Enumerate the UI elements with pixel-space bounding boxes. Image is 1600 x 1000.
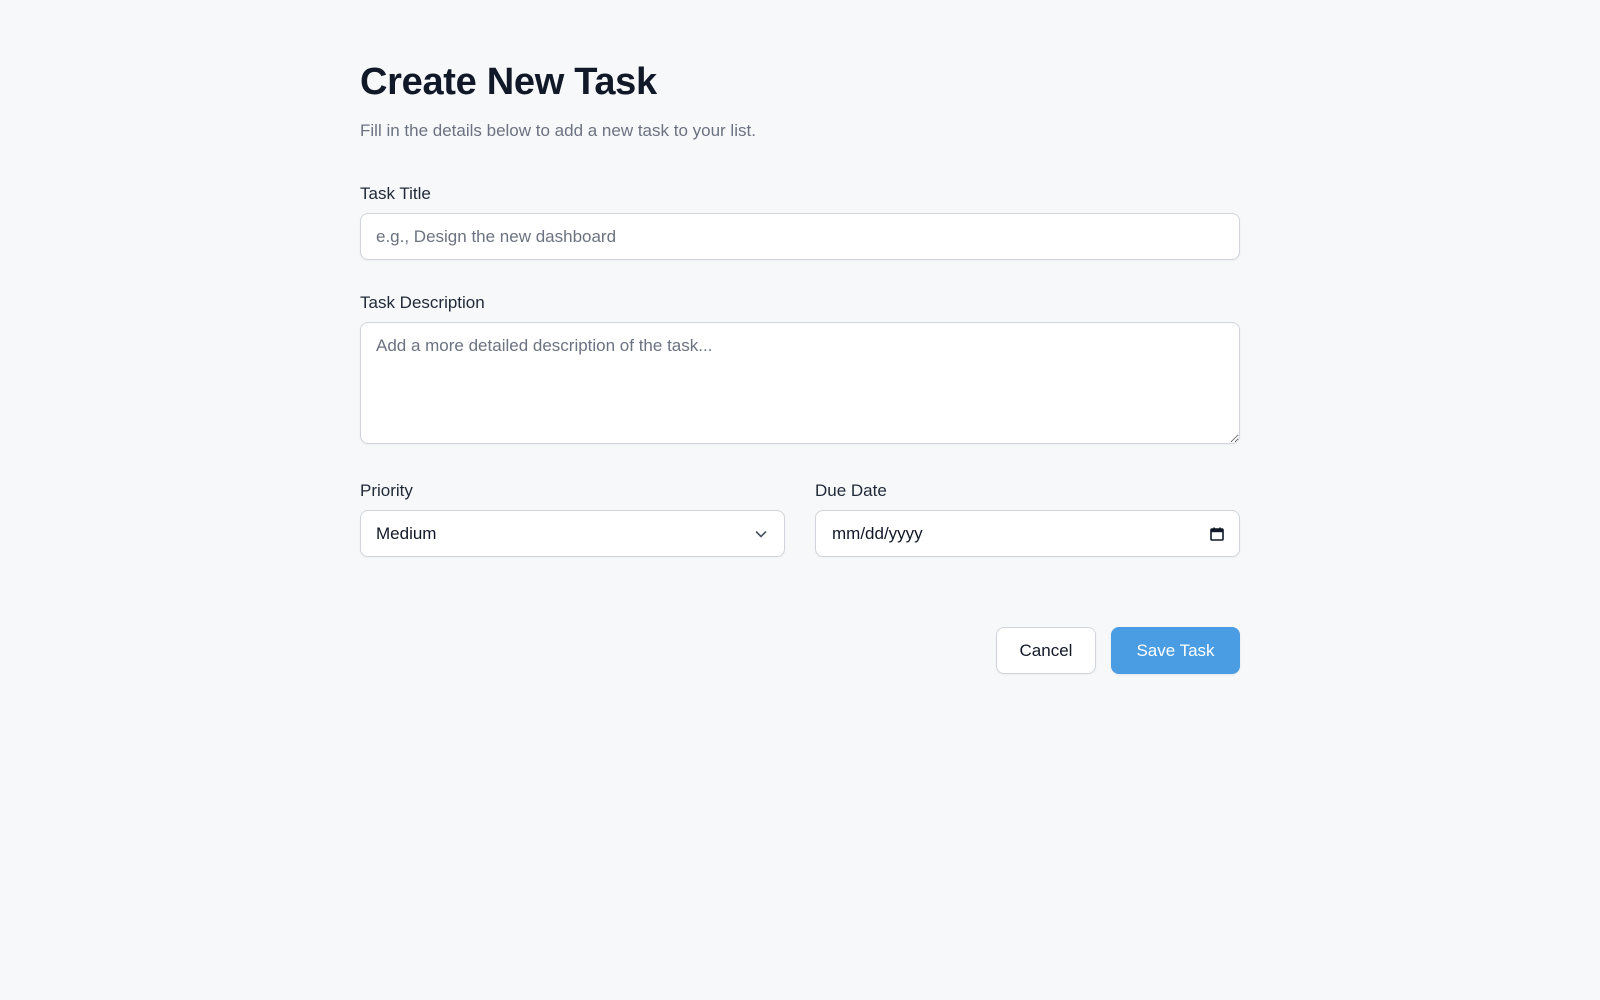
chevron-down-icon — [755, 530, 767, 537]
create-task-form: Create New Task Fill in the details belo… — [360, 58, 1240, 674]
due-date-value: mm/dd/yyyy — [832, 523, 923, 543]
priority-select[interactable]: Medium — [360, 510, 785, 557]
priority-date-row: Priority Medium Due Date mm/dd/yyyy — [360, 480, 1240, 557]
priority-label: Priority — [360, 481, 413, 500]
task-description-label: Task Description — [360, 293, 485, 312]
page-title: Create New Task — [360, 61, 657, 103]
due-date-input[interactable]: mm/dd/yyyy — [815, 510, 1240, 557]
form-actions: Cancel Save Task — [360, 627, 1240, 674]
calendar-icon[interactable] — [1209, 526, 1225, 542]
task-description-input[interactable] — [360, 322, 1240, 444]
task-title-label: Task Title — [360, 184, 431, 203]
task-description-field: Task Description — [360, 292, 1240, 449]
due-date-label: Due Date — [815, 481, 887, 500]
due-date-field: Due Date mm/dd/yyyy — [815, 480, 1240, 557]
task-title-field: Task Title — [360, 183, 1240, 260]
page-subtitle: Fill in the details below to add a new t… — [360, 121, 756, 140]
save-task-button[interactable]: Save Task — [1111, 627, 1240, 674]
priority-field: Priority Medium — [360, 480, 785, 557]
task-title-input[interactable] — [360, 213, 1240, 260]
priority-selected-value: Medium — [376, 523, 437, 543]
cancel-button[interactable]: Cancel — [996, 627, 1096, 674]
page: Create New Task Fill in the details belo… — [0, 0, 1600, 1000]
